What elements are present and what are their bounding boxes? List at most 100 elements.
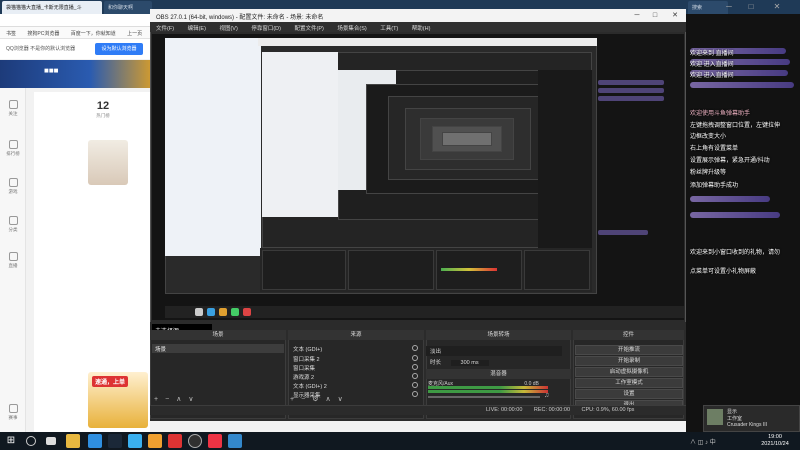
heart-icon bbox=[8, 100, 18, 109]
app-icon[interactable] bbox=[128, 434, 142, 448]
network-icon[interactable]: ◫ bbox=[698, 440, 704, 446]
start-virtual-camera-button[interactable]: 启动虚拟摄像机 bbox=[575, 367, 683, 377]
scene-item[interactable]: 场景 bbox=[152, 344, 284, 353]
gamepad-icon bbox=[8, 178, 18, 187]
search-icon[interactable] bbox=[26, 436, 36, 446]
bookmark-item[interactable]: 上一页 bbox=[127, 31, 142, 37]
obs-minimize-icon[interactable]: ─ bbox=[630, 9, 644, 22]
chat-message: 欢迎来到 直播间 bbox=[690, 51, 734, 57]
bookmark-item[interactable]: 书签 bbox=[6, 31, 16, 37]
nav-item-rank[interactable]: 排行榜 bbox=[3, 140, 23, 162]
chevron-up-icon[interactable]: ∧ bbox=[690, 440, 696, 446]
eye-icon[interactable] bbox=[412, 391, 418, 397]
cpu-fps: CPU: 0.9%, 60.00 fps bbox=[581, 407, 635, 413]
task-view-icon[interactable] bbox=[46, 437, 56, 445]
chat-highlight bbox=[690, 82, 794, 88]
start-recording-button[interactable]: 开始录制 bbox=[575, 356, 683, 366]
streamer-avatar[interactable] bbox=[88, 140, 128, 185]
explorer-icon[interactable] bbox=[66, 434, 80, 448]
menu-edit[interactable]: 编辑(E) bbox=[188, 26, 206, 32]
menu-view[interactable]: 视图(V) bbox=[219, 26, 237, 32]
rec-time: REC: 00:00:00 bbox=[533, 407, 570, 413]
menu-file[interactable]: 文件(F) bbox=[156, 26, 174, 32]
obs-close-icon[interactable]: ✕ bbox=[668, 9, 682, 22]
app-icon[interactable] bbox=[168, 434, 182, 448]
preview-app-icon bbox=[219, 308, 227, 316]
nav-item-game[interactable]: 游戏 bbox=[3, 178, 23, 200]
sources-dock-title: 来源 bbox=[288, 330, 424, 340]
close-icon[interactable]: ✕ bbox=[770, 0, 784, 14]
nav-item-follow[interactable]: 关注 bbox=[3, 100, 23, 122]
menu-docks[interactable]: 停靠窗口(D) bbox=[251, 26, 281, 32]
nested-dock bbox=[524, 250, 590, 290]
menu-tools[interactable]: 工具(T) bbox=[380, 26, 398, 32]
bookmark-item[interactable]: 百度一下，你就知道 bbox=[71, 31, 116, 37]
nav-item-category[interactable]: 分类 bbox=[3, 216, 23, 238]
eye-icon[interactable] bbox=[412, 364, 418, 370]
volume-icon[interactable]: ♪ bbox=[705, 440, 708, 446]
browser-icon[interactable] bbox=[228, 434, 242, 448]
start-streaming-button[interactable]: 开始推流 bbox=[575, 345, 683, 355]
menu-help[interactable]: 帮助(H) bbox=[412, 26, 431, 32]
up-icon[interactable]: ∧ bbox=[176, 396, 181, 403]
studio-mode-button[interactable]: 工作室模式 bbox=[575, 378, 683, 388]
eye-icon[interactable] bbox=[412, 345, 418, 351]
obs-icon[interactable] bbox=[188, 434, 202, 448]
down-icon[interactable]: ∨ bbox=[188, 396, 193, 403]
nested-browser-2 bbox=[262, 52, 338, 217]
down-icon[interactable]: ∨ bbox=[338, 396, 343, 403]
obs-maximize-icon[interactable]: □ bbox=[648, 9, 662, 22]
app-icon[interactable] bbox=[148, 434, 162, 448]
speaker-icon[interactable]: ♫ bbox=[544, 392, 549, 399]
source-item[interactable]: 文本 (GDI+) bbox=[290, 344, 422, 353]
obs-title-bar: OBS 27.0.1 (64-bit, windows) - 配置文件: 未命名… bbox=[150, 9, 686, 22]
add-icon[interactable]: + bbox=[154, 396, 158, 403]
rank-icon bbox=[8, 140, 18, 149]
volume-slider[interactable] bbox=[428, 396, 540, 398]
browser-tab-active[interactable]: 袋猫猫猫大直播_卡斯无限直播_斗 bbox=[2, 1, 102, 14]
nav-item-events[interactable]: 赛事 bbox=[3, 404, 23, 426]
obs-status-bar: LIVE: 00:00:00 REC: 00:00:00 CPU: 0.9%, … bbox=[150, 405, 686, 415]
chat-highlight bbox=[690, 196, 770, 202]
bookmark-item[interactable]: 搜狗PC浏览器 bbox=[27, 31, 59, 37]
menu-profile[interactable]: 配置文件(P) bbox=[294, 26, 323, 32]
add-icon[interactable]: + bbox=[290, 396, 294, 403]
gear-icon[interactable]: ⚙ bbox=[312, 396, 318, 403]
source-item[interactable]: 游戏源 2 bbox=[290, 372, 422, 381]
chat-message: 欢迎来到小窗口收到的礼物，请勿 bbox=[690, 250, 781, 256]
transition-type-select[interactable]: 淡出 bbox=[426, 346, 562, 356]
nested-chat bbox=[538, 70, 592, 250]
source-item[interactable]: 文本 (GDI+) 2 bbox=[290, 381, 422, 390]
up-icon[interactable]: ∧ bbox=[325, 396, 330, 403]
scenes-dock-title: 场景 bbox=[150, 330, 286, 340]
edge-icon[interactable] bbox=[88, 434, 102, 448]
maximize-icon[interactable]: □ bbox=[744, 0, 758, 14]
nav-item-live[interactable]: 直播 bbox=[3, 252, 23, 274]
preview-app-icon bbox=[195, 308, 203, 316]
menu-scene-collection[interactable]: 场景集合(S) bbox=[337, 26, 366, 32]
chat-message: 点菜单可设置小礼物屏蔽 bbox=[690, 269, 757, 275]
source-item[interactable]: 窗口采集 bbox=[290, 363, 422, 372]
minimize-icon[interactable]: ─ bbox=[722, 0, 736, 14]
obs-menu-bar: 文件(F) 编辑(E) 视图(V) 停靠窗口(D) 配置文件(P) 场景集合(S… bbox=[150, 22, 686, 32]
source-item[interactable]: 窗口采集 2 bbox=[290, 354, 422, 363]
eye-icon[interactable] bbox=[412, 373, 418, 379]
controls-dock-title: 控件 bbox=[573, 330, 684, 340]
eye-icon[interactable] bbox=[412, 355, 418, 361]
steam-icon[interactable] bbox=[108, 434, 122, 448]
app-icon[interactable] bbox=[208, 434, 222, 448]
browser-tab[interactable]: 和你聊天啊 bbox=[104, 1, 152, 14]
windows-start-icon[interactable]: ⊞ bbox=[4, 434, 18, 448]
nested-chat-line bbox=[598, 96, 664, 101]
eye-icon[interactable] bbox=[412, 382, 418, 388]
nested-dock bbox=[348, 250, 434, 290]
taskbar-clock[interactable]: 19:00 2021/10/24 bbox=[752, 434, 798, 448]
set-default-browser-button[interactable]: 设为默认浏览器 bbox=[95, 43, 143, 55]
remove-icon[interactable]: − bbox=[301, 396, 305, 403]
remove-icon[interactable]: − bbox=[165, 396, 169, 403]
settings-button[interactable]: 设置 bbox=[575, 389, 683, 399]
ime-indicator[interactable]: 中 bbox=[710, 440, 716, 446]
duration-input[interactable]: 300 ms bbox=[450, 360, 489, 366]
audio-meter bbox=[428, 386, 548, 389]
preview-app-icon bbox=[231, 308, 239, 316]
